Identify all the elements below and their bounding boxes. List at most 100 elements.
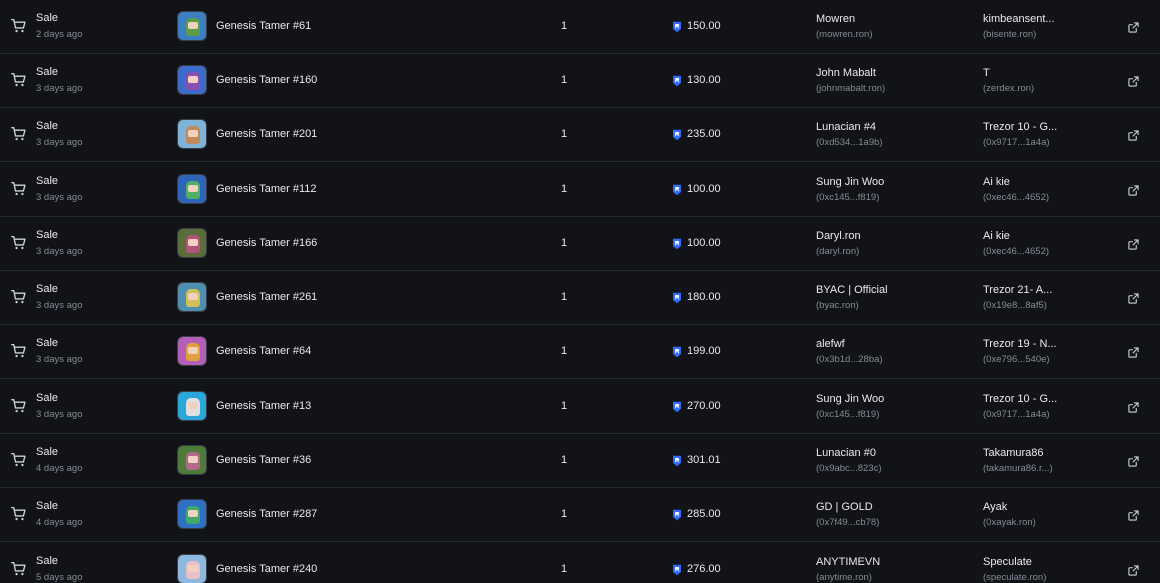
cart-icon (10, 342, 28, 360)
item-name[interactable]: Genesis Tamer #261 (216, 291, 317, 303)
to-account-name[interactable]: kimbeansent... (983, 13, 1055, 25)
item-thumbnail[interactable] (177, 65, 207, 95)
ron-icon (672, 237, 682, 250)
item-thumbnail[interactable] (177, 554, 207, 583)
event-time: 3 days ago (36, 137, 83, 148)
from-account-address[interactable]: (0xc145...f819) (816, 192, 879, 203)
item-name[interactable]: Genesis Tamer #61 (216, 20, 311, 32)
item-thumbnail[interactable] (177, 336, 207, 366)
to-account-address[interactable]: (takamura86.r...) (983, 463, 1053, 474)
to-account-name[interactable]: Trezor 10 - G... (983, 121, 1057, 133)
external-link-icon[interactable] (1128, 508, 1139, 521)
external-link-icon[interactable] (1128, 400, 1139, 413)
to-account-address[interactable]: (0x19e8...8af5) (983, 300, 1047, 311)
item-thumbnail[interactable] (177, 391, 207, 421)
event-time: 3 days ago (36, 246, 83, 257)
to-account-address[interactable]: (0xec46...4652) (983, 192, 1049, 203)
external-link-icon[interactable] (1128, 291, 1139, 304)
to-account-name[interactable]: Trezor 19 - N... (983, 338, 1057, 350)
cart-icon (10, 288, 28, 306)
to-account-name[interactable]: Speculate (983, 556, 1032, 568)
external-link-icon[interactable] (1128, 345, 1139, 358)
to-account-address[interactable]: (0xe796...540e) (983, 354, 1050, 365)
item-name[interactable]: Genesis Tamer #287 (216, 508, 317, 520)
from-account-address[interactable]: (johnmabalt.ron) (816, 83, 885, 94)
item-quantity: 1 (560, 74, 568, 86)
external-link-icon[interactable] (1128, 183, 1139, 196)
to-account-name[interactable]: Trezor 21- A... (983, 284, 1052, 296)
item-thumbnail[interactable] (177, 499, 207, 529)
table-row: Sale 4 days ago Genesis Tamer #287 1 285.00 G… (0, 488, 1160, 542)
from-account-name[interactable]: Sung Jin Woo (816, 176, 884, 188)
to-account-name[interactable]: Ai kie (983, 230, 1010, 242)
to-account-address[interactable]: (speculate.ron) (983, 572, 1046, 583)
item-thumbnail[interactable] (177, 282, 207, 312)
from-account-name[interactable]: Lunacian #0 (816, 447, 876, 459)
event-type: Sale (36, 446, 59, 458)
to-account-address[interactable]: (zerdex.ron) (983, 83, 1034, 94)
event-type: Sale (36, 392, 59, 404)
from-account-address[interactable]: (0x7f49...cb78) (816, 517, 879, 528)
event-type: Sale (36, 12, 59, 24)
to-account-name[interactable]: Ayak (983, 501, 1007, 513)
from-account-name[interactable]: Daryl.ron (816, 230, 861, 242)
cart-icon (10, 17, 28, 35)
item-thumbnail[interactable] (177, 228, 207, 258)
item-thumbnail[interactable] (177, 174, 207, 204)
item-name[interactable]: Genesis Tamer #240 (216, 563, 317, 575)
event-type: Sale (36, 500, 59, 512)
event-time: 3 days ago (36, 354, 83, 365)
to-account-address[interactable]: (0xec46...4652) (983, 246, 1049, 257)
event-type: Sale (36, 120, 59, 132)
item-name[interactable]: Genesis Tamer #13 (216, 400, 311, 412)
item-quantity: 1 (560, 508, 568, 520)
to-account-address[interactable]: (0xayak.ron) (983, 517, 1036, 528)
external-link-icon[interactable] (1128, 237, 1139, 250)
from-account-name[interactable]: alefwf (816, 338, 845, 350)
from-account-name[interactable]: John Mabalt (816, 67, 876, 79)
ron-icon (672, 345, 682, 358)
item-name[interactable]: Genesis Tamer #112 (216, 183, 316, 195)
from-account-address[interactable]: (0x3b1d...28ba) (816, 354, 883, 365)
item-quantity: 1 (560, 20, 568, 32)
from-account-address[interactable]: (0xc145...f819) (816, 409, 879, 420)
from-account-name[interactable]: Mowren (816, 13, 855, 25)
item-name[interactable]: Genesis Tamer #160 (216, 74, 317, 86)
from-account-address[interactable]: (0xd534...1a9b) (816, 137, 883, 148)
to-account-address[interactable]: (bisente.ron) (983, 29, 1036, 40)
from-account-name[interactable]: BYAC | Official (816, 284, 888, 296)
cart-icon (10, 71, 28, 89)
cart-icon (10, 505, 28, 523)
from-account-name[interactable]: GD | GOLD (816, 501, 873, 513)
external-link-icon[interactable] (1128, 20, 1139, 33)
item-name[interactable]: Genesis Tamer #201 (216, 128, 317, 140)
to-account-name[interactable]: T (983, 67, 990, 79)
item-name[interactable]: Genesis Tamer #36 (216, 454, 311, 466)
item-thumbnail[interactable] (177, 11, 207, 41)
item-price: 180.00 (687, 291, 721, 303)
from-account-address[interactable]: (daryl.ron) (816, 246, 859, 257)
external-link-icon[interactable] (1128, 74, 1139, 87)
item-quantity: 1 (560, 237, 568, 249)
to-account-name[interactable]: Takamura86 (983, 447, 1044, 459)
external-link-icon[interactable] (1128, 563, 1139, 576)
event-type: Sale (36, 337, 59, 349)
to-account-name[interactable]: Ai kie (983, 176, 1010, 188)
external-link-icon[interactable] (1128, 454, 1139, 467)
to-account-address[interactable]: (0x9717...1a4a) (983, 409, 1050, 420)
from-account-address[interactable]: (mowren.ron) (816, 29, 873, 40)
to-account-address[interactable]: (0x9717...1a4a) (983, 137, 1050, 148)
item-name[interactable]: Genesis Tamer #166 (216, 237, 317, 249)
from-account-address[interactable]: (anytime.ron) (816, 572, 872, 583)
from-account-name[interactable]: Lunacian #4 (816, 121, 876, 133)
item-price: 276.00 (687, 563, 721, 575)
item-thumbnail[interactable] (177, 445, 207, 475)
item-thumbnail[interactable] (177, 119, 207, 149)
item-name[interactable]: Genesis Tamer #64 (216, 345, 311, 357)
from-account-address[interactable]: (byac.ron) (816, 300, 859, 311)
to-account-name[interactable]: Trezor 10 - G... (983, 393, 1057, 405)
from-account-name[interactable]: ANYTIMEVN (816, 556, 880, 568)
from-account-name[interactable]: Sung Jin Woo (816, 393, 884, 405)
external-link-icon[interactable] (1128, 128, 1139, 141)
from-account-address[interactable]: (0x9abc...823c) (816, 463, 881, 474)
